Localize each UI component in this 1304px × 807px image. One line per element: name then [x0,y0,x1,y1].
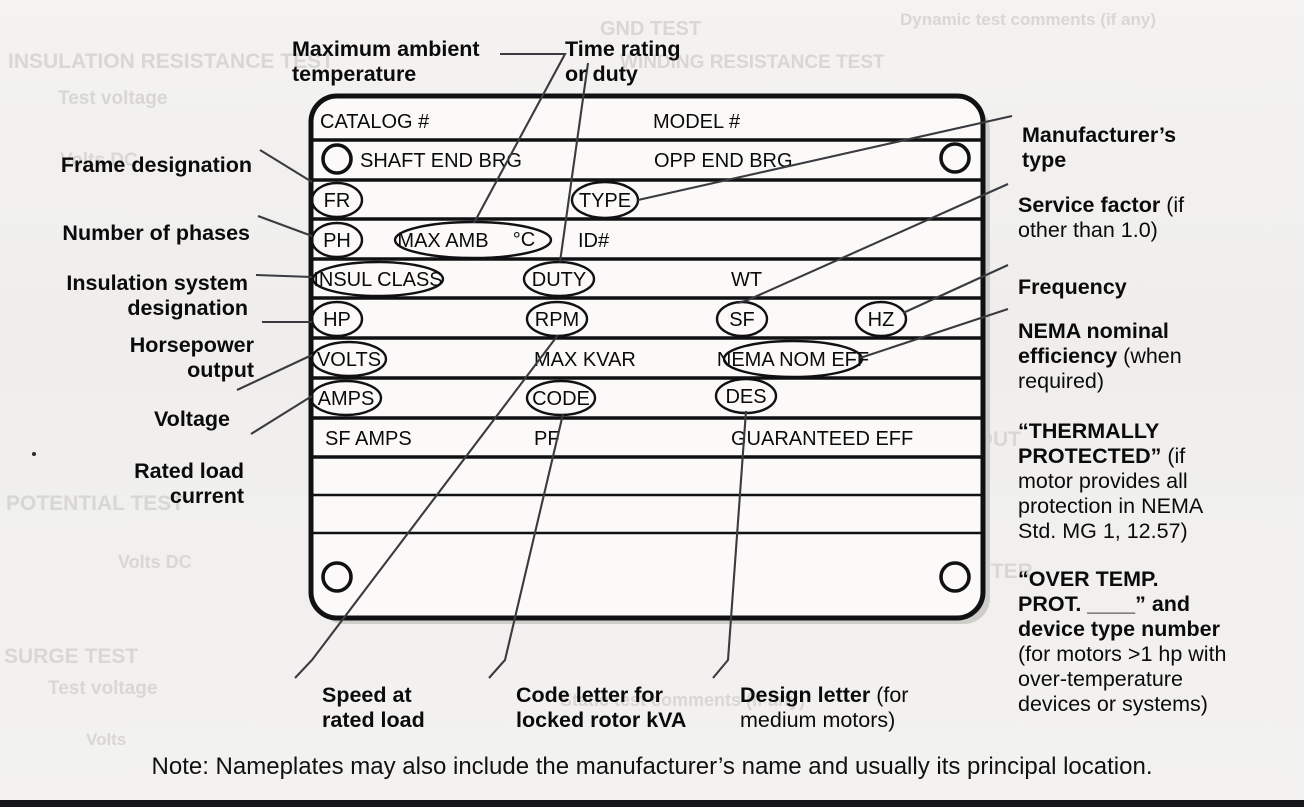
field-label-volts: VOLTS [317,349,381,371]
annotation-number-of-phases-text: Number of phases [62,221,250,245]
field-label-wt: WT [731,269,762,291]
field-label-hz: HZ [868,309,895,331]
annotation-code-letter: Code letter for locked rotor kVA [516,658,726,733]
annotation-code-letter-text: Code letter for locked rotor kVA [516,683,687,732]
annotation-manufacturers-type-text: Manufacturer’s type [1022,123,1177,172]
field-label-ph: PH [323,230,351,252]
field-label-max-amb: MAX AMB [397,230,488,252]
field-label-max-kvar: MAX KVAR [534,349,636,371]
field-label-guaranteed-eff: GUARANTEED EFF [731,428,913,450]
annotation-design-letter: Design letter (for medium motors) [740,658,1000,733]
figure-note: Note: Nameplates may also include the ma… [151,753,1153,780]
annotation-service-factor: Service factor (if other than 1.0) [1018,168,1298,243]
annotation-rated-load-current-text: Rated load current [134,459,244,508]
leader-rated-load-current [250,395,313,435]
annotation-service-factor-text: Service factor [1018,193,1161,217]
field-label-duty: DUTY [532,269,586,291]
annotation-voltage: Voltage [0,382,230,432]
annotation-frame-designation-text: Frame designation [60,153,252,177]
field-label-amps: AMPS [318,388,375,410]
leader-insulation-system-designation [255,273,313,279]
annotation-thermally-protected: “THERMALLY PROTECTED” (if motor provides… [1018,394,1300,544]
annotation-voltage-text: Voltage [153,407,230,431]
annotation-design-letter-text: Design letter [740,683,871,707]
field-label-rpm: RPM [535,309,579,331]
annotation-rated-load-current: Rated load current [0,434,244,509]
field-label-degc: °C [513,229,535,251]
annotation-frame-designation: Frame designation [0,128,252,178]
field-label-catalog: CATALOG # [320,111,430,133]
field-label-code: CODE [532,388,590,410]
field-label-id-num: ID# [578,230,610,252]
field-label-shaft-end-brg: SHAFT END BRG [360,150,522,172]
annotation-over-temp-prot-qualifier: (for motors >1 hp with over-temperature … [1018,642,1227,716]
annotation-number-of-phases: Number of phases [0,196,250,246]
field-label-sf: SF [729,309,755,331]
annotation-over-temp-prot: “OVER TEMP. PROT. ____” and device type … [1018,542,1302,717]
field-label-sf-amps: SF AMPS [325,428,412,450]
annotation-over-temp-prot-text: “OVER TEMP. PROT. ____” and device type … [1018,567,1220,641]
annotation-horsepower-output-text: Horsepower output [129,333,254,382]
leader-frame-designation [259,149,313,183]
annotation-thermally-protected-text: “THERMALLY PROTECTED” [1018,419,1162,468]
annotation-time-rating-or-duty-text: Time rating or duty [565,37,681,86]
annotation-max-ambient-temperature-text: Maximum ambient temperature [292,37,480,86]
field-label-hp: HP [323,309,351,331]
figure-canvas: INSULATION RESISTANCE TEST Test voltage … [0,0,1304,807]
field-label-nema-nom-eff: NEMA NOM EFF [717,349,869,371]
page-edge-bar [0,800,1304,807]
field-label-fr: FR [324,190,351,212]
annotation-horsepower-output: Horsepower output [0,308,254,383]
leader-number-of-phases [257,215,313,237]
annotation-speed-at-rated-load-text: Speed at rated load [322,683,425,732]
annotation-speed-at-rated-load: Speed at rated load [322,658,502,733]
field-label-model: MODEL # [653,111,741,133]
annotation-time-rating-or-duty: Time rating or duty [565,12,725,87]
field-label-des: DES [725,386,766,408]
field-label-type: TYPE [579,190,631,212]
annotation-nema-nominal-efficiency: NEMA nominal efficiency (when required) [1018,294,1296,394]
annotation-frequency: Frequency [1018,250,1288,300]
field-label-opp-end-brg: OPP END BRG [654,150,793,172]
annotation-max-ambient-temperature: Maximum ambient temperature [292,12,522,87]
nameplate-body [308,93,986,621]
annotation-manufacturers-type: Manufacturer’s type [1022,98,1292,173]
field-label-insul-class: INSUL CLASS [313,269,442,291]
